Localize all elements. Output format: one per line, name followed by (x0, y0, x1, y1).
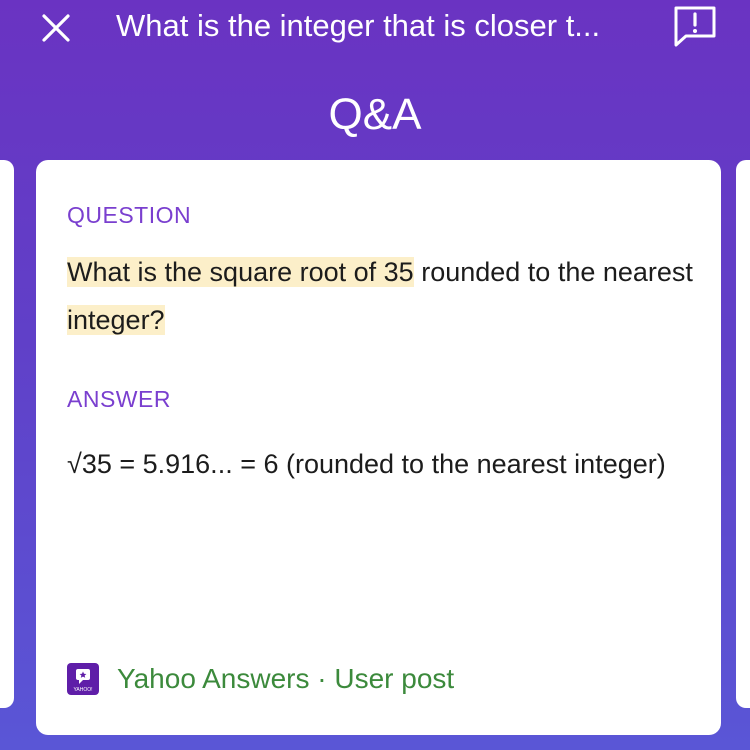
question-text: What is the square root of 35 rounded to… (67, 248, 697, 344)
question-plain: rounded to the nearest (413, 257, 693, 287)
source-text[interactable]: Yahoo Answers · User post (117, 663, 454, 695)
previous-card-peek[interactable] (0, 160, 14, 708)
answer-label: ANSWER (67, 386, 171, 412)
top-bar: What is the integer that is closer t... (0, 0, 750, 56)
top-bar-title: What is the integer that is closer t... (116, 8, 601, 43)
question-highlight-2: integer? (67, 305, 165, 335)
close-icon (42, 14, 70, 42)
question-label: QUESTION (67, 202, 192, 228)
close-button[interactable] (36, 8, 76, 48)
question-highlight-1: What is the square root of 35 (67, 257, 414, 287)
next-card-peek[interactable] (736, 160, 750, 708)
section-title: Q&A (328, 90, 422, 139)
source-attribution[interactable]: YAHOO! Yahoo Answers · User post (67, 662, 454, 696)
qa-card: QUESTION What is the square root of 35 r… (36, 160, 721, 735)
feedback-icon (674, 6, 716, 47)
yahoo-answers-logo: YAHOO! (67, 663, 99, 695)
feedback-button[interactable] (672, 4, 718, 48)
logo-text: YAHOO! (73, 687, 92, 693)
answer-text: √35 = 5.916... = 6 (rounded to the neare… (67, 449, 666, 479)
